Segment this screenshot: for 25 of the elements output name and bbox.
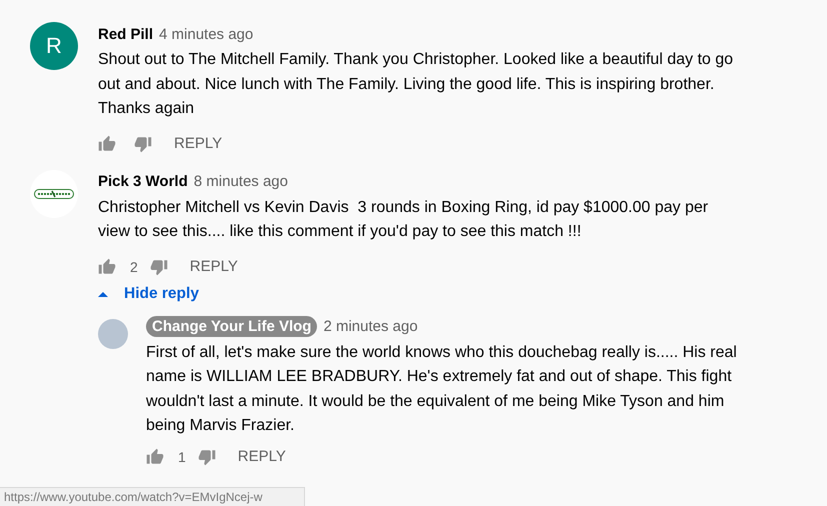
like-count: 1	[178, 448, 186, 464]
photo-placeholder[interactable]	[98, 318, 128, 348]
comment-text: Christopher Mitchell vs Kevin Davis 3 rounds in Boxing Ring, id pay $1000.00 pay per view to see this.... like this comment if you'd pay to see this match !!!	[98, 198, 710, 242]
reply-button[interactable]: REPLY	[230, 444, 294, 469]
avatar[interactable]: R	[30, 22, 78, 70]
thumbs-up-icon[interactable]	[98, 258, 116, 276]
author-name[interactable]: Pick 3 World	[98, 173, 188, 190]
comment-time[interactable]: 4 minutes ago	[159, 26, 254, 42]
author-name[interactable]: Red Pill	[98, 26, 154, 42]
hide-replies-button[interactable]: Hide reply	[98, 282, 199, 304]
thumbs-up-icon[interactable]	[146, 448, 164, 466]
logo-avatar[interactable]	[30, 170, 78, 218]
comment-text: First of all, let's make sure the world knows who this douchebag really is..... His real name is WILLIAM LEE BRADBURY. He's extremely fat and out of shape. This fight wouldn't last a minute. It would be the equivalent of me being Mike Tyson and him being Marvis Frazier.	[146, 342, 738, 436]
author-name[interactable]: Change Your Life Vlog	[146, 316, 318, 337]
thumbs-down-icon[interactable]	[150, 258, 168, 276]
thumbs-down-icon[interactable]	[134, 134, 152, 152]
thumbs-down-icon[interactable]	[198, 448, 216, 466]
thumbs-up-icon[interactable]	[98, 134, 116, 152]
reply-button[interactable]: REPLY	[182, 254, 246, 279]
url-tooltip: https://www.youtube.com/watch?v=EMvIgNcej-w	[0, 487, 305, 506]
comment-time[interactable]: 8 minutes ago	[194, 173, 288, 190]
comment-time[interactable]: 2 minutes ago	[323, 318, 418, 335]
comment-text: Shout out to The Mitchell Family. Thank you Christopher. Looked like a beautiful day to go out and about. Nice lunch with The Family. Living the good life. This is inspiring brother. Thanks again	[98, 50, 734, 119]
reply-button[interactable]: REPLY	[166, 131, 230, 156]
like-count: 2	[130, 258, 138, 274]
